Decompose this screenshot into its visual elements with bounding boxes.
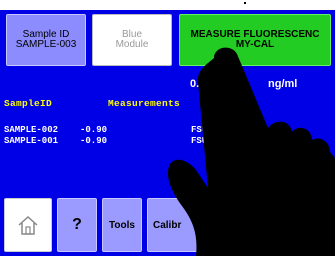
row-sample-id: SAMPLE-001 — [4, 136, 59, 146]
top-strip — [0, 0, 335, 10]
row-unit: FSU — [191, 136, 208, 146]
help-button[interactable]: ? — [57, 198, 97, 252]
row-sample-id: SAMPLE-002 — [4, 125, 59, 135]
column-header-sample-id: SampleID — [4, 98, 53, 109]
row-measurement: -0.90 — [80, 125, 108, 135]
module-button[interactable]: Blue Module — [92, 14, 172, 66]
row-unit: FSU — [191, 125, 208, 135]
home-icon — [18, 215, 38, 235]
home-button[interactable] — [4, 198, 52, 252]
row-measurement: -0.90 — [80, 136, 108, 146]
tools-button[interactable]: Tools — [102, 198, 142, 252]
device-screen: Sample ID SAMPLE-003 Blue Module MEASURE… — [0, 0, 335, 256]
sample-id-button[interactable]: Sample ID SAMPLE-003 — [6, 14, 86, 66]
module-label-line2: Module — [115, 39, 149, 50]
calibration-name: MY-CAL — [235, 39, 275, 50]
sample-id-value: SAMPLE-003 — [15, 39, 77, 50]
reading-unit: ng/ml — [268, 78, 298, 90]
measure-fluorescence-button[interactable]: MEASURE FLUORESCENC MY-CAL — [179, 14, 331, 66]
reading-value: 0.00 — [190, 78, 212, 90]
calibrate-button[interactable]: Calibr — [147, 198, 207, 252]
indicator-dot — [244, 2, 246, 4]
column-header-measurements: Measurements — [108, 98, 181, 109]
